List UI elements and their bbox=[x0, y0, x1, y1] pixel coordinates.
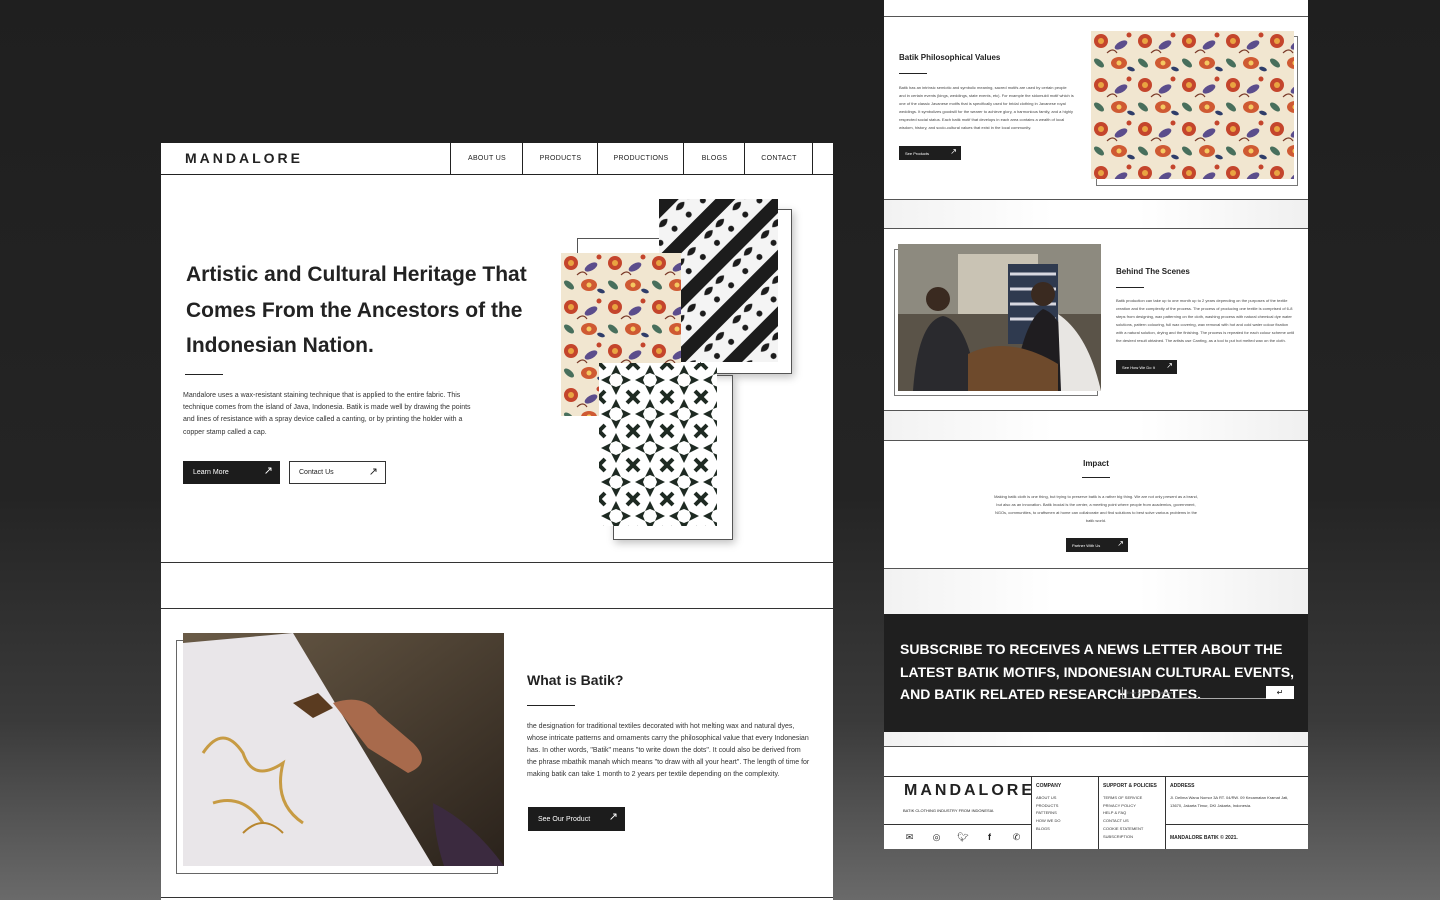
landing-page-continued: Batik Philosophical Values Batik has an … bbox=[884, 0, 1308, 849]
footer-tagline: BATIK CLOTHING INDUSTRY FROM INDONESIA bbox=[903, 808, 994, 813]
arrow-up-right-icon: ↗ bbox=[1117, 539, 1124, 548]
brand-logo[interactable]: MANDALORE bbox=[185, 150, 303, 166]
geometric-batik-tile bbox=[599, 363, 717, 526]
impact-title: Impact bbox=[1083, 459, 1109, 468]
nav-item-about-us[interactable]: ABOUT US bbox=[450, 143, 523, 174]
nav-item-contact[interactable]: CONTACT bbox=[744, 143, 813, 174]
arrow-up-right-icon: ↗ bbox=[263, 465, 273, 477]
footer-divider bbox=[884, 824, 1031, 825]
section-spacer bbox=[884, 569, 1308, 614]
facebook-icon[interactable]: f bbox=[984, 832, 995, 843]
email-input[interactable] bbox=[1122, 687, 1271, 699]
see-products-button[interactable]: See Products ↗ bbox=[899, 146, 961, 160]
section-divider bbox=[884, 228, 1308, 229]
behind-scenes-title: Behind The Scenes bbox=[1116, 267, 1190, 276]
contact-us-button[interactable]: Contact Us ↗ bbox=[289, 461, 386, 484]
philosophy-title: Batik Philosophical Values bbox=[899, 53, 1001, 62]
footer-link-products[interactable]: PRODUCTS bbox=[1036, 802, 1060, 810]
copyright: MANDALORE BATIK © 2021. bbox=[1170, 835, 1238, 841]
newsletter-section: SUBSCRIBE TO RECEIVES A NEWS LETTER ABOU… bbox=[884, 614, 1308, 732]
arrow-up-right-icon: ↗ bbox=[1166, 361, 1173, 370]
footer-link-help[interactable]: HELP & FAQ bbox=[1103, 809, 1143, 817]
footer-link-terms[interactable]: TERMS OF SERVICE bbox=[1103, 794, 1143, 802]
section-divider bbox=[161, 897, 833, 898]
twitter-icon[interactable]: 🐦︎ bbox=[957, 832, 968, 843]
footer-link-cookie[interactable]: COOKIE STATEMENT bbox=[1103, 825, 1143, 833]
section-underline bbox=[1082, 477, 1110, 478]
footer-link-patterns[interactable]: PATTERNS bbox=[1036, 809, 1060, 817]
nav-item-blogs[interactable]: BLOGS bbox=[683, 143, 745, 174]
nav-item-products[interactable]: PRODUCTS bbox=[522, 143, 598, 174]
footer-link-privacy[interactable]: PRIVACY POLICY bbox=[1103, 802, 1143, 810]
section-underline bbox=[1116, 287, 1144, 288]
floral-batik-image bbox=[1091, 31, 1294, 179]
site-footer: MANDALORE BATIK CLOTHING INDUSTRY FROM I… bbox=[884, 776, 1308, 849]
footer-link-subscription[interactable]: SUBSCRIPTION bbox=[1103, 833, 1143, 841]
footer-logo[interactable]: MANDALORE bbox=[904, 782, 1035, 800]
enter-icon: ↵ bbox=[1276, 688, 1284, 697]
company-links: ABOUT US PRODUCTS PATTERNS HOW WE DO BLO… bbox=[1036, 794, 1060, 833]
address-heading: ADDRESS bbox=[1170, 783, 1195, 789]
section-divider bbox=[161, 608, 833, 609]
artisans-photo bbox=[898, 244, 1101, 391]
footer-link-contact[interactable]: CONTACT US bbox=[1103, 817, 1143, 825]
partner-with-us-label: Partner With Us bbox=[1072, 542, 1101, 548]
footer-address-column: ADDRESS Jl. Delima Wana Nomor 3A RT. 04/… bbox=[1165, 777, 1308, 849]
philosophy-text: Batik has an intrinsic semiotic and symb… bbox=[899, 85, 1074, 130]
learn-more-button[interactable]: Learn More ↗ bbox=[183, 461, 280, 484]
section-divider bbox=[884, 440, 1308, 441]
mail-icon[interactable]: ✉ bbox=[904, 832, 915, 843]
hero-title: Artistic and Cultural Heritage That Come… bbox=[186, 263, 527, 357]
subscribe-submit-button[interactable]: ↵ bbox=[1266, 686, 1294, 699]
what-is-batik-title: What is Batik? bbox=[527, 672, 624, 688]
footer-support-column: SUPPORT & POLICIES TERMS OF SERVICE PRIV… bbox=[1098, 777, 1166, 849]
company-heading: COMPANY bbox=[1036, 783, 1062, 789]
arrow-up-right-icon: ↗ bbox=[368, 466, 378, 478]
instagram-icon[interactable]: ◎ bbox=[931, 832, 942, 843]
footer-company-column: COMPANY ABOUT US PRODUCTS PATTERNS HOW W… bbox=[1031, 777, 1099, 849]
behind-scenes-text: Batik production can take up to one mont… bbox=[1116, 298, 1295, 343]
footer-link-blogs[interactable]: BLOGS bbox=[1036, 825, 1060, 833]
arrow-up-right-icon: ↗ bbox=[950, 147, 957, 156]
partner-with-us-button[interactable]: Partner With Us ↗ bbox=[1066, 538, 1128, 552]
section-divider bbox=[884, 16, 1308, 17]
hero-divider bbox=[185, 374, 223, 375]
footer-divider bbox=[1166, 824, 1308, 825]
support-heading: SUPPORT & POLICIES bbox=[1103, 783, 1157, 789]
whatsapp-icon[interactable]: ✆ bbox=[1011, 832, 1022, 843]
see-how-we-do-it-button[interactable]: See How We Do It ↗ bbox=[1116, 360, 1177, 374]
see-our-product-label: See Our Product bbox=[538, 815, 591, 823]
section-divider bbox=[884, 746, 1308, 747]
see-our-product-button[interactable]: See Our Product ↗ bbox=[528, 807, 625, 831]
nav-item-productions[interactable]: PRODUCTIONS bbox=[597, 143, 684, 174]
section-underline bbox=[899, 73, 927, 74]
support-links: TERMS OF SERVICE PRIVACY POLICY HELP & F… bbox=[1103, 794, 1143, 840]
section-divider bbox=[161, 562, 833, 563]
impact-text: Making batik cloth is one thing, but try… bbox=[994, 494, 1198, 523]
see-how-we-do-it-label: See How We Do It bbox=[1122, 364, 1155, 370]
footer-link-about-us[interactable]: ABOUT US bbox=[1036, 794, 1060, 802]
section-underline bbox=[527, 705, 575, 706]
hero-description: Mandalore uses a wax-resistant staining … bbox=[183, 392, 471, 436]
arrow-up-right-icon: ↗ bbox=[608, 811, 618, 823]
landing-page-main: MANDALORE ABOUT US PRODUCTS PRODUCTIONS … bbox=[161, 143, 833, 900]
see-products-label: See Products bbox=[905, 150, 930, 156]
section-spacer bbox=[884, 732, 1308, 746]
batik-making-photo bbox=[183, 633, 504, 866]
nav-divider bbox=[812, 143, 833, 174]
what-is-batik-text: the designation for traditional textiles… bbox=[527, 723, 810, 779]
top-navbar: MANDALORE ABOUT US PRODUCTS PRODUCTIONS … bbox=[161, 143, 833, 175]
learn-more-label: Learn More bbox=[193, 469, 229, 476]
address-text: Jl. Delima Wana Nomor 3A RT. 04/RW. 09 K… bbox=[1170, 795, 1289, 808]
section-spacer bbox=[884, 200, 1308, 228]
contact-us-label: Contact Us bbox=[299, 469, 334, 476]
section-spacer bbox=[884, 411, 1308, 440]
footer-link-how-we-do[interactable]: HOW WE DO bbox=[1036, 817, 1060, 825]
